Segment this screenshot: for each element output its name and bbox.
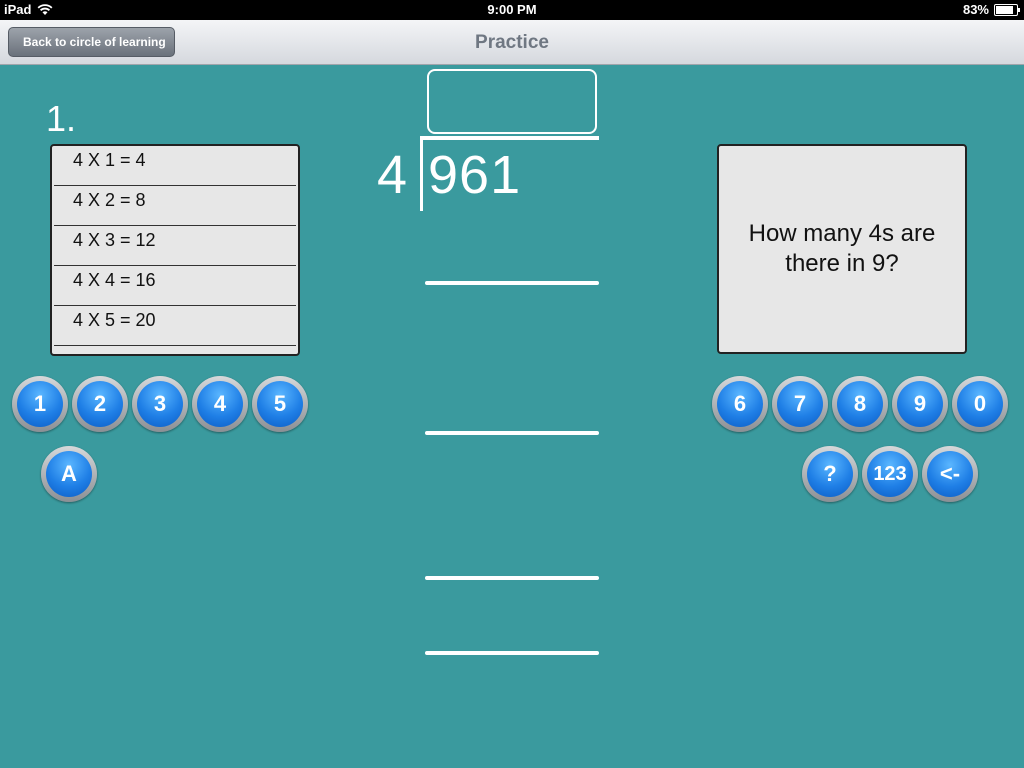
problem-number: 1. bbox=[46, 98, 77, 139]
times-table-row: 4 X 2 = 8 bbox=[54, 186, 296, 226]
key-label: 9 bbox=[897, 381, 943, 427]
times-table-row: 4 X 5 = 20 bbox=[54, 306, 296, 346]
key-a-button[interactable]: A bbox=[41, 446, 97, 502]
key-label: 5 bbox=[257, 381, 303, 427]
key-label: 4 bbox=[197, 381, 243, 427]
hint-text: How many 4s are there in 9? bbox=[748, 220, 936, 277]
times-table-list[interactable]: 4 X 1 = 44 X 2 = 84 X 3 = 12 4 X 4 = 16 4 … bbox=[50, 144, 300, 356]
battery-fill bbox=[996, 5, 1013, 14]
times-table-row: 4 X 3 = 12 bbox=[54, 226, 296, 266]
answer-line-1[interactable] bbox=[425, 281, 599, 285]
key-label: ? bbox=[807, 451, 853, 497]
divisor: 4 bbox=[377, 145, 408, 205]
status-bar: iPad 9:00 PM 83% bbox=[0, 0, 1024, 20]
battery-icon bbox=[994, 3, 1020, 16]
hint-box: How many 4s are there in 9? bbox=[717, 144, 967, 354]
battery-percent: 83% bbox=[962, 2, 989, 17]
key-8-button[interactable]: 8 bbox=[832, 376, 888, 432]
key-label: 8 bbox=[837, 381, 883, 427]
answer-line-2[interactable] bbox=[425, 431, 599, 435]
key-0-button[interactable]: 0 bbox=[952, 376, 1008, 432]
times-table-row: 4 X 4 = 16 bbox=[54, 266, 296, 306]
key-6-button[interactable]: 6 bbox=[712, 376, 768, 432]
answer-line-4[interactable] bbox=[425, 651, 599, 655]
key-3-button[interactable]: 3 bbox=[132, 376, 188, 432]
page-title: Practice bbox=[475, 32, 549, 53]
key-5-button[interactable]: 5 bbox=[252, 376, 308, 432]
key-7-button[interactable]: 7 bbox=[772, 376, 828, 432]
key-backspace-button[interactable]: <- bbox=[922, 446, 978, 502]
key-label: 123 bbox=[867, 451, 913, 497]
key-2-button[interactable]: 2 bbox=[72, 376, 128, 432]
key-4-button[interactable]: 4 bbox=[192, 376, 248, 432]
navigation-bar: Back to circle of learning Practice bbox=[0, 20, 1024, 65]
key-label: <- bbox=[927, 451, 973, 497]
key-1-button[interactable]: 1 bbox=[12, 376, 68, 432]
times-table-row: 4 X 1 = 4 bbox=[54, 146, 296, 186]
key-numbers-button[interactable]: 123 bbox=[862, 446, 918, 502]
key-label: 3 bbox=[137, 381, 183, 427]
key-label: 7 bbox=[777, 381, 823, 427]
answer-line-3[interactable] bbox=[425, 576, 599, 580]
key-label: A bbox=[46, 451, 92, 497]
key-label: 2 bbox=[77, 381, 123, 427]
dividend: 961 bbox=[428, 145, 522, 205]
division-bracket-side bbox=[420, 138, 423, 211]
key-label: 0 bbox=[957, 381, 1003, 427]
status-time: 9:00 PM bbox=[487, 2, 537, 17]
division-bracket-top bbox=[420, 136, 599, 140]
key-help-button[interactable]: ? bbox=[802, 446, 858, 502]
key-label: 1 bbox=[17, 381, 63, 427]
status-right: 83% bbox=[962, 2, 1020, 17]
key-label: 6 bbox=[717, 381, 763, 427]
key-9-button[interactable]: 9 bbox=[892, 376, 948, 432]
quotient-answer-box[interactable] bbox=[427, 69, 597, 134]
